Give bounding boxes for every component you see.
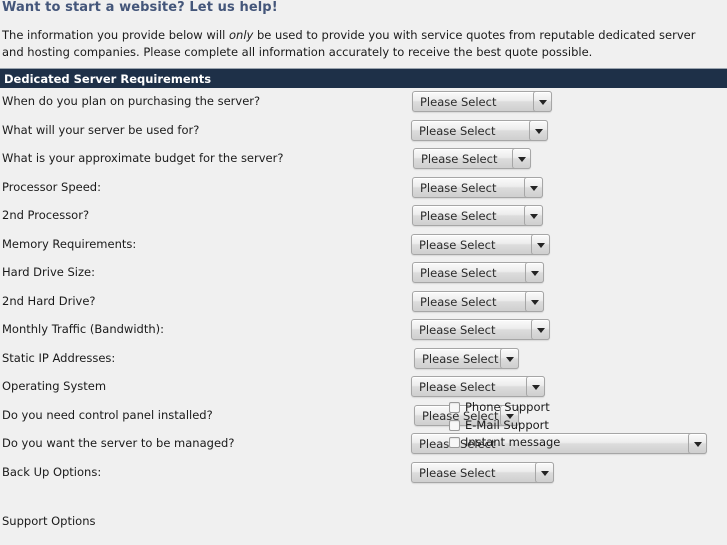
chevron-down-glyph [538, 99, 547, 105]
form-row: Memory Requirements: Please Select [0, 231, 727, 259]
form-row-label: 2nd Hard Drive? [2, 294, 96, 308]
checkbox-label: Instant message [465, 435, 561, 449]
chevron-down-glyph [536, 242, 545, 248]
dropdown-select[interactable]: Please Select [412, 91, 552, 112]
dropdown-selected-value: Please Select [420, 209, 497, 223]
chevron-down-glyph [536, 327, 545, 333]
form-row-label: Operating System [2, 379, 107, 393]
form-row: 2nd Hard Drive? Please Select [0, 288, 727, 316]
form-row: Processor Speed: Please Select [0, 174, 727, 202]
chevron-down-glyph [530, 299, 539, 305]
dropdown-select[interactable]: Please Select [411, 120, 548, 141]
dropdown-selected-value: Please Select [419, 323, 496, 337]
dropdown-selected-value: Please Select [420, 95, 497, 109]
chevron-down-icon[interactable] [500, 348, 519, 369]
chevron-down-glyph [505, 356, 514, 362]
dropdown-selected-value: Please Select [419, 124, 496, 138]
checkbox-input[interactable] [449, 420, 460, 431]
dropdown-selected-value: Please Select [421, 152, 498, 166]
dropdown-select[interactable]: Please Select [411, 462, 554, 483]
dropdown-select[interactable]: Please Select [414, 348, 519, 369]
chevron-down-icon[interactable] [531, 319, 550, 340]
dropdown-select[interactable]: Please Select [412, 177, 543, 198]
dropdown-selected-value: Please Select [419, 380, 496, 394]
form-row-label: Monthly Traffic (Bandwidth): [2, 322, 164, 336]
form-rows-container: When do you plan on purchasing the serve… [0, 88, 727, 545]
intro-emphasis-only: only [229, 28, 254, 42]
form-row-label: When do you plan on purchasing the serve… [2, 94, 261, 108]
section-header-title: Dedicated Server Requirements [4, 72, 212, 86]
chevron-down-glyph [517, 156, 526, 162]
chevron-down-icon[interactable] [531, 234, 550, 255]
dropdown-select[interactable]: Please Select [413, 148, 531, 169]
dropdown-selected-value: Please Select [420, 295, 497, 309]
dropdown-select[interactable]: Please Select [412, 262, 544, 283]
form-row: Hard Drive Size: Please Select [0, 259, 727, 287]
intro-paragraph: The information you provide below will o… [2, 27, 718, 60]
form-row-label: Processor Speed: [2, 180, 101, 194]
checkbox-label: E-Mail Support [465, 418, 549, 432]
chevron-down-icon[interactable] [533, 91, 552, 112]
intro-text-part1: The information you provide below will [2, 28, 230, 42]
form-row-label: Do you need control panel installed? [2, 408, 213, 422]
dropdown-select[interactable]: Please Select [412, 205, 543, 226]
page-title: Want to start a website? Let us help! [2, 0, 278, 15]
form-row: When do you plan on purchasing the serve… [0, 88, 727, 116]
chevron-down-icon[interactable] [529, 120, 548, 141]
form-row: 2nd Processor? Please Select [0, 202, 727, 230]
chevron-down-icon[interactable] [512, 148, 531, 169]
form-row: Do you need control panel installed? Plea… [0, 402, 727, 430]
dropdown-select[interactable]: Please Select [411, 376, 545, 397]
form-row: Static IP Addresses: Please Select [0, 345, 727, 373]
dropdown-select[interactable]: Please Select [411, 234, 550, 255]
section-header-bar: Dedicated Server Requirements [0, 68, 727, 88]
chevron-down-glyph [693, 441, 702, 447]
chevron-down-icon[interactable] [525, 262, 544, 283]
form-row: Monthly Traffic (Bandwidth): Please Selec… [0, 316, 727, 344]
dropdown-selected-value: Please Select [419, 238, 496, 252]
chevron-down-icon[interactable] [524, 205, 543, 226]
chevron-down-glyph [531, 384, 540, 390]
chevron-down-glyph [534, 128, 543, 134]
form-row-label: Static IP Addresses: [2, 351, 116, 365]
chevron-down-icon[interactable] [688, 433, 707, 454]
chevron-down-icon[interactable] [525, 291, 544, 312]
chevron-down-icon[interactable] [535, 462, 554, 483]
dropdown-selected-value: Please Select [419, 466, 496, 480]
form-row: What will your server be used for? Please… [0, 117, 727, 145]
dropdown-selected-value: Please Select [422, 352, 499, 366]
form-row-label: What is your approximate budget for the … [2, 151, 284, 165]
checkbox-label: Phone Support [465, 400, 550, 414]
form-row: Operating System Please Select [0, 373, 727, 401]
chevron-down-glyph [540, 470, 549, 476]
checkbox-input[interactable] [449, 437, 460, 448]
chevron-down-icon[interactable] [526, 376, 545, 397]
dropdown-selected-value: Please Select [420, 181, 497, 195]
form-row-label: Do you want the server to be managed? [2, 436, 235, 450]
form-row: What is your approximate budget for the … [0, 145, 727, 173]
form-row-label: Hard Drive Size: [2, 265, 95, 279]
form-row-label: Memory Requirements: [2, 237, 137, 251]
form-row-label: 2nd Processor? [2, 208, 90, 222]
dropdown-select[interactable]: Please Select [412, 291, 544, 312]
form-row: Do you want the server to be managed? Ple… [0, 430, 727, 458]
dropdown-selected-value: Please Select [420, 266, 497, 280]
form-row: Back Up Options: Please Select [0, 459, 727, 487]
checkbox-input[interactable] [449, 402, 460, 413]
chevron-down-icon[interactable] [524, 177, 543, 198]
page-root: Want to start a website? Let us help! Th… [0, 0, 727, 545]
dropdown-select[interactable]: Please Select [411, 319, 550, 340]
form-row-label: Back Up Options: [2, 465, 102, 479]
form-row-label: What will your server be used for? [2, 123, 200, 137]
chevron-down-glyph [530, 270, 539, 276]
chevron-down-glyph [529, 213, 538, 219]
chevron-down-glyph [529, 185, 538, 191]
support-options-label: Support Options [2, 514, 96, 528]
